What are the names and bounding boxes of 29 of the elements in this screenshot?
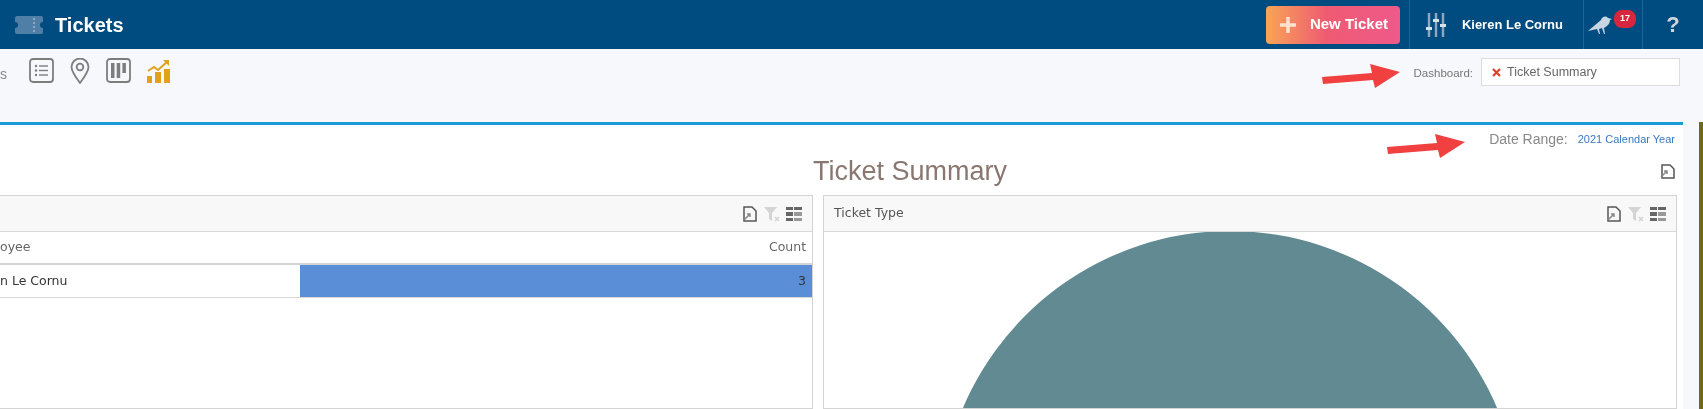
map-pin-icon[interactable] [70,58,90,84]
ticket-icon [15,15,43,34]
dashboard-title: Ticket Summary [813,154,1007,188]
export-icon[interactable] [742,205,759,222]
date-range-label: Date Range: [1489,129,1568,149]
page-title: Tickets [55,12,124,38]
board-icon[interactable] [106,58,131,83]
column-header[interactable]: Count [768,238,807,257]
grid-view-icon[interactable] [1650,206,1666,221]
plus-icon [1279,16,1296,33]
bird-icon[interactable] [1588,14,1612,35]
dashboard-field[interactable]: Ticket Summary [1481,58,1680,86]
remove-icon[interactable] [1492,67,1501,77]
user-name[interactable]: Kieren Le Cornu [1461,14,1563,35]
grid-view-icon[interactable] [786,206,803,221]
list-icon[interactable] [29,58,54,83]
export-icon[interactable] [1606,205,1622,222]
dashboard-label: Dashboard: [1413,66,1473,81]
export-icon[interactable] [1660,163,1675,179]
notification-badge: 17 [1614,10,1636,28]
date-range-link[interactable]: 2021 Calendar Year [1577,130,1675,148]
view-label: s [0,65,7,84]
sliders-icon[interactable] [1425,12,1446,37]
help-button[interactable]: ? [1643,7,1703,42]
new-ticket-button[interactable]: New Ticket [1265,5,1400,44]
widget-title: Ticket Type [834,204,904,223]
table-cell-text: n Le Cornu [0,271,68,290]
column-header[interactable]: oyee [0,238,31,257]
count-bar: 3 [300,265,813,297]
